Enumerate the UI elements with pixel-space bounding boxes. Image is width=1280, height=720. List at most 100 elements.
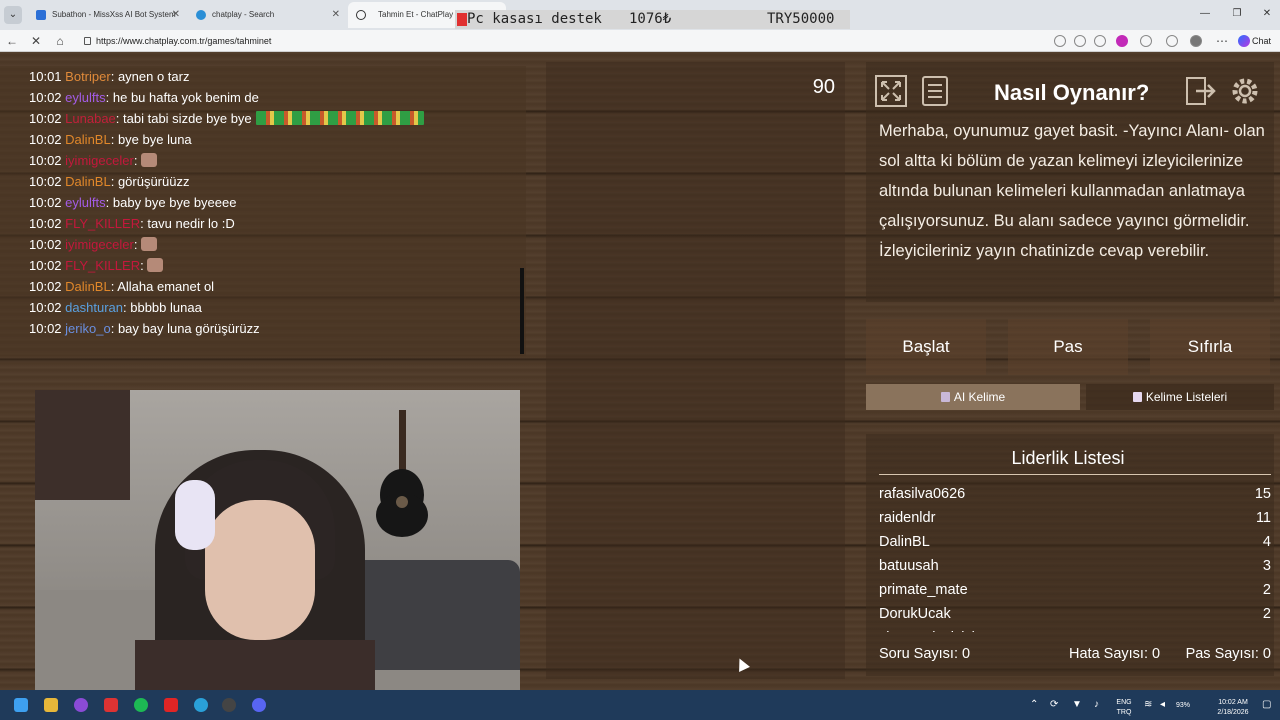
url-text: https://www.chatplay.com.tr/games/tahmin… [96, 36, 272, 46]
chat-separator: : [115, 111, 124, 126]
emote-icon [141, 237, 158, 251]
game-page: 10:01 Botriper: aynen o tarz 10:02 eylulf… [0, 52, 1280, 702]
close-window-icon[interactable]: ✕ [1252, 0, 1280, 30]
donation-goal-banner: Pc kasası destek 1076₺ TRY50000 [455, 10, 850, 29]
chat-username[interactable]: iyimigeceler [65, 237, 134, 252]
edge-icon[interactable] [194, 698, 208, 712]
chat-text: tavu nedir lo :D [147, 216, 235, 231]
volume-icon[interactable]: ◂ [1160, 699, 1165, 710]
obs-icon[interactable] [222, 698, 236, 712]
headphone-icon [175, 480, 215, 550]
player-name: cizvetoplayicisi [879, 630, 975, 632]
start-button[interactable]: Başlat [866, 319, 986, 375]
microphone-icon[interactable]: ♪ [1094, 699, 1099, 710]
file-explorer-icon[interactable] [44, 698, 58, 712]
chat-username[interactable]: DalinBL [65, 174, 111, 189]
player-score: 4 [1262, 534, 1271, 550]
word-lists-button[interactable]: Kelime Listeleri [1086, 384, 1274, 410]
chat-text: he bu hafta yok benim de [112, 90, 259, 105]
reset-button[interactable]: Sıfırla [1150, 319, 1270, 375]
pass-button[interactable]: Pas [1008, 319, 1128, 375]
player-score: 15 [1254, 486, 1271, 502]
round-timer: 90 [812, 76, 835, 98]
chat-text: aynen o tarz [117, 69, 190, 84]
nvidia-icon[interactable]: ▼ [1072, 699, 1082, 710]
chat-timestamp: 10:02 [29, 153, 62, 168]
url-input[interactable]: https://www.chatplay.com.tr/games/tahmin… [82, 32, 1242, 50]
translate-icon[interactable] [1054, 35, 1066, 47]
close-icon[interactable]: ✕ [332, 2, 340, 28]
chat-username[interactable]: Lunabae [65, 111, 116, 126]
region-code: TRQ [1116, 709, 1132, 716]
notification-icon[interactable]: ▢ [1262, 699, 1271, 710]
youtube-icon[interactable] [164, 698, 178, 712]
app-icon[interactable] [74, 698, 88, 712]
sync-icon[interactable]: ⟳ [1050, 699, 1058, 710]
chevron-up-icon[interactable]: ⌃ [1030, 699, 1038, 710]
wifi-icon[interactable]: ≋ [1144, 699, 1152, 710]
chat-timestamp: 10:02 [29, 279, 62, 294]
chat-username[interactable]: FLY_KILLER [65, 216, 140, 231]
leaderboard-row: primate_mate 2 [879, 578, 1271, 602]
close-icon[interactable]: ✕ [172, 2, 180, 28]
chat-username[interactable]: dashturan [65, 300, 123, 315]
chat-timestamp: 10:01 [29, 69, 62, 84]
copilot-chat-button[interactable]: Chat [1236, 33, 1278, 49]
chat-text: tabi tabi sizde bye bye [123, 111, 252, 126]
chat-separator: : [105, 195, 113, 210]
read-aloud-icon[interactable] [1074, 35, 1086, 47]
exit-icon[interactable] [1184, 74, 1218, 108]
tab-menu-icon[interactable]: ⌄ [4, 6, 22, 24]
settings-gear-icon[interactable] [1228, 74, 1262, 108]
document-icon[interactable] [918, 74, 952, 108]
chat-username[interactable]: jeriko_o [65, 321, 111, 336]
minimize-icon[interactable]: — [1190, 0, 1220, 30]
error-count: Hata Sayısı: 0 [1069, 646, 1161, 662]
keyboard-language[interactable]: ENG TRQ [1112, 698, 1136, 720]
fullscreen-icon[interactable] [874, 74, 908, 108]
more-menu-icon[interactable]: ⋯ [1214, 33, 1230, 49]
ai-icon [940, 392, 950, 402]
chat-separator: : [110, 132, 118, 147]
refresh-icon[interactable] [1140, 35, 1152, 47]
stop-loading-icon[interactable]: ✕ [28, 33, 44, 49]
tab-subathon[interactable]: Subathon - MissXss AI Bot System ✕ [28, 2, 186, 28]
battery-percent[interactable]: 93% [1176, 702, 1190, 709]
profile-avatar-icon[interactable] [1190, 35, 1202, 47]
chat-message: 10:02 dashturan: bbbbb lunaa [29, 297, 526, 318]
home-icon[interactable]: ⌂ [52, 33, 68, 49]
stream-chat-box: 10:01 Botriper: aynen o tarz 10:02 eylulf… [0, 66, 526, 356]
ai-word-button[interactable]: AI Kelime [866, 384, 1080, 410]
browser-tab-bar: ⌄ Subathon - MissXss AI Bot System ✕ cha… [0, 0, 1280, 30]
player-score: 3 [1262, 558, 1271, 574]
spotify-icon[interactable] [134, 698, 148, 712]
chat-username[interactable]: FLY_KILLER [65, 258, 140, 273]
chat-timestamp: 10:02 [29, 195, 62, 210]
collections-icon[interactable] [1166, 35, 1178, 47]
chat-scrollbar[interactable] [520, 268, 524, 354]
discord-icon[interactable] [252, 698, 266, 712]
chat-timestamp: 10:02 [29, 111, 62, 126]
chat-username[interactable]: Botriper [65, 69, 111, 84]
chat-username[interactable]: DalinBL [65, 132, 111, 147]
chat-username[interactable]: eylulfts [65, 195, 105, 210]
chat-separator: : [105, 90, 113, 105]
chat-username[interactable]: iyimigeceler [65, 153, 134, 168]
chat-username[interactable]: eylulfts [65, 90, 105, 105]
leaderboard-row: batuusah 3 [879, 554, 1271, 578]
windows-start-icon[interactable] [14, 698, 28, 712]
emote-icon [141, 153, 158, 167]
back-icon[interactable]: ← [4, 33, 20, 49]
question-count: Soru Sayısı: 0 [879, 646, 971, 662]
maximize-icon[interactable]: ❐ [1222, 0, 1252, 30]
chat-message: 10:02 Lunabae: tabi tabi sizde bye bye [29, 108, 526, 129]
favorite-star-icon[interactable] [1094, 35, 1106, 47]
tab-title: Subathon - MissXss AI Bot System [52, 10, 176, 19]
app-icon[interactable] [104, 698, 118, 712]
clock[interactable]: 10:02 AM 2/18/2026 [1210, 698, 1256, 720]
tab-search[interactable]: chatplay - Search ✕ [188, 2, 346, 28]
chat-timestamp: 10:02 [29, 216, 62, 231]
leaderboard-list[interactable]: rafasilva0626 15 raidenldr 11 DalinBL 4 batuus… [879, 482, 1271, 632]
chat-username[interactable]: DalinBL [65, 279, 111, 294]
extension-icon[interactable] [1116, 35, 1128, 47]
